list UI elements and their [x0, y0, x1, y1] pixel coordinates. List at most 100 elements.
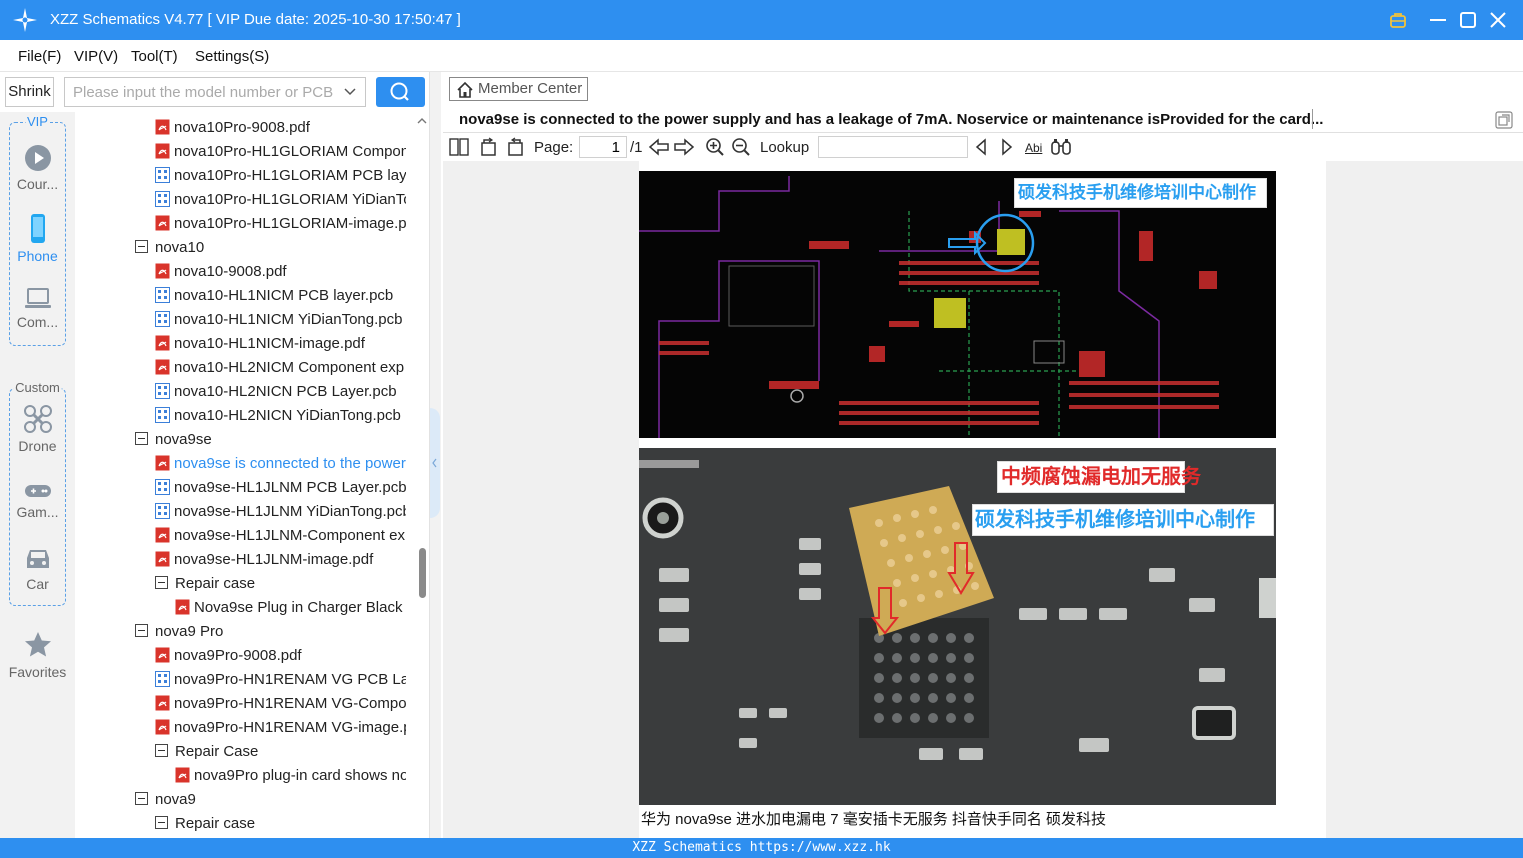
- tree-file[interactable]: nova9Pro plug-in card shows no: [175, 764, 406, 788]
- menu-settings[interactable]: Settings(S): [195, 48, 269, 65]
- search-button[interactable]: [376, 77, 425, 107]
- category-label: Drone: [18, 438, 57, 454]
- gamepad-icon: [24, 485, 51, 497]
- chevron-down-icon[interactable]: [343, 85, 357, 99]
- tree-node-label: nova10-HL1NICM PCB layer.pcb: [174, 287, 394, 304]
- next-page-icon[interactable]: [673, 137, 695, 157]
- collapse-panel-handle[interactable]: [430, 408, 440, 518]
- previous-page-icon[interactable]: [648, 137, 670, 157]
- tree-file[interactable]: nova10-HL2NICM Component exp: [155, 356, 406, 380]
- collapse-toggle-icon[interactable]: [155, 816, 168, 830]
- maximize-icon[interactable]: [1456, 8, 1480, 32]
- tree-node-label: nova10: [155, 239, 205, 256]
- category-phone[interactable]: Phone: [0, 214, 75, 264]
- tree-node-label: nova10-HL2NICN YiDianTong.pcb: [174, 407, 401, 424]
- collapse-toggle-icon[interactable]: [135, 624, 148, 638]
- collapse-toggle-icon[interactable]: [135, 240, 148, 254]
- member-center-button[interactable]: Member Center: [449, 77, 588, 101]
- tree-folder[interactable]: Repair case: [155, 812, 406, 836]
- collapse-toggle-icon[interactable]: [135, 792, 148, 806]
- tree-file[interactable]: nova9Pro-HN1RENAM VG PCB Lay: [155, 668, 406, 692]
- menu-tool[interactable]: Tool(T): [131, 48, 178, 65]
- category-computer[interactable]: Com...: [0, 286, 75, 330]
- pdf-viewer[interactable]: 硕发科技手机维修培训中心制作 中频腐蚀漏电加无服务 硕发科技手机维修培训中心制作…: [443, 161, 1523, 838]
- collapse-toggle-icon[interactable]: [155, 744, 168, 758]
- image-watermark-caption-2: 硕发科技手机维修培训中心制作: [972, 504, 1274, 536]
- scroll-up-icon[interactable]: [415, 114, 429, 128]
- tree-file[interactable]: nova9se-HL1JLNM PCB Layer.pcb: [155, 476, 406, 500]
- tree-node-label: Repair case: [175, 575, 256, 592]
- rotate-right-icon[interactable]: [505, 137, 525, 157]
- vip-group-label: VIP: [25, 114, 50, 129]
- vip-bag-icon[interactable]: [1386, 8, 1410, 32]
- tree-node-label: nova10Pro-9008.pdf: [174, 119, 310, 136]
- two-page-view-icon[interactable]: [449, 137, 469, 157]
- tree-file[interactable]: nova9se-HL1JLNM YiDianTong.pcb: [155, 500, 406, 524]
- model-search-combobox[interactable]: [64, 77, 366, 107]
- tree-file[interactable]: nova9Pro-HN1RENAM VG-Compo: [155, 692, 406, 716]
- model-file-tree: nova10Pro-9008.pdf nova10Pro-HL1GLORIAM C…: [75, 112, 415, 838]
- zoom-in-icon[interactable]: [705, 137, 725, 157]
- tree-file[interactable]: nova9Pro-9008.pdf: [155, 644, 406, 668]
- tree-file[interactable]: nova10-9008.pdf: [155, 260, 406, 284]
- category-car[interactable]: Car: [0, 546, 75, 592]
- tree-file[interactable]: nova10Pro-HL1GLORIAM YiDianTong: [155, 188, 406, 212]
- tree-folder[interactable]: nova9: [135, 788, 406, 812]
- tree-folder[interactable]: nova9se: [135, 428, 406, 452]
- tree-file[interactable]: nova9se-HL1JLNM-image.pdf: [155, 548, 406, 572]
- search-input[interactable]: [65, 78, 335, 106]
- tree-node-label: nova10Pro-HL1GLORIAM YiDianTong: [174, 191, 406, 208]
- find-previous-icon[interactable]: [973, 137, 989, 157]
- tree-folder[interactable]: nova9 Pro: [135, 620, 406, 644]
- menu-file[interactable]: File(F): [18, 48, 61, 65]
- pcb-file-icon: [155, 190, 170, 207]
- tree-file[interactable]: nova10-HL1NICM PCB layer.pcb: [155, 284, 406, 308]
- find-next-icon[interactable]: [999, 137, 1015, 157]
- tree-file[interactable]: nova10Pro-HL1GLORIAM Component: [155, 140, 406, 164]
- pdf-file-icon: [155, 719, 170, 735]
- title-bar: XZZ Schematics V4.77 [ VIP Due date: 202…: [0, 0, 1523, 40]
- category-drone[interactable]: Drone: [0, 404, 75, 454]
- pdf-file-icon: [155, 455, 170, 471]
- car-icon: [26, 550, 49, 568]
- board-photo: 中频腐蚀漏电加无服务 硕发科技手机维修培训中心制作: [639, 448, 1276, 805]
- collapse-toggle-icon[interactable]: [135, 432, 148, 446]
- tree-file[interactable]: nova10Pro-9008.pdf: [155, 116, 406, 140]
- tree-file[interactable]: Nova9se Plug in Charger Black: [175, 596, 406, 620]
- shrink-button[interactable]: Shrink: [5, 77, 54, 107]
- close-icon[interactable]: [1486, 8, 1510, 32]
- tree-file[interactable]: nova10Pro-HL1GLORIAM PCB layer: [155, 164, 406, 188]
- title-divider: [1312, 109, 1313, 129]
- tree-folder[interactable]: nova10: [135, 236, 406, 260]
- zoom-out-icon[interactable]: [731, 137, 751, 157]
- panel-splitter[interactable]: [429, 72, 441, 838]
- lookup-input[interactable]: [818, 136, 968, 158]
- board-photo-drawing: [639, 448, 1276, 805]
- page-number-input[interactable]: [579, 136, 627, 158]
- match-case-toggle[interactable]: Abi: [1025, 141, 1042, 155]
- tree-node-label: Repair case: [175, 815, 256, 832]
- minimize-icon[interactable]: [1426, 8, 1450, 32]
- tree-file[interactable]: nova10-HL2NICN PCB Layer.pcb: [155, 380, 406, 404]
- restore-window-icon[interactable]: [1494, 110, 1514, 130]
- tree-node-label: nova9 Pro: [155, 623, 224, 640]
- menu-vip[interactable]: VIP(V): [74, 48, 118, 65]
- tree-folder[interactable]: Repair case: [155, 572, 406, 596]
- tree-file[interactable]: nova9se-HL1JLNM-Component ex: [155, 524, 406, 548]
- tree-file[interactable]: nova9Pro-HN1RENAM VG-image.p: [155, 716, 406, 740]
- tree-folder[interactable]: Repair Case: [155, 740, 406, 764]
- collapse-toggle-icon[interactable]: [155, 576, 168, 590]
- binoculars-icon[interactable]: [1050, 137, 1072, 157]
- tree-file[interactable]: nova10-HL2NICN YiDianTong.pcb: [155, 404, 406, 428]
- tree-scroll-thumb[interactable]: [419, 548, 426, 598]
- category-courses[interactable]: Cour...: [0, 144, 75, 192]
- member-center-label: Member Center: [478, 80, 583, 97]
- category-favorites[interactable]: Favorites: [0, 630, 75, 680]
- tree-file[interactable]: nova9se is connected to the power: [155, 452, 406, 476]
- tree-file[interactable]: nova10Pro-HL1GLORIAM-image.pdf: [155, 212, 406, 236]
- category-game[interactable]: Gam...: [0, 482, 75, 520]
- tree-file[interactable]: nova10-HL1NICM YiDianTong.pcb: [155, 308, 406, 332]
- tree-scrollbar[interactable]: [415, 112, 429, 838]
- tree-file[interactable]: nova10-HL1NICM-image.pdf: [155, 332, 406, 356]
- rotate-left-icon[interactable]: [479, 137, 499, 157]
